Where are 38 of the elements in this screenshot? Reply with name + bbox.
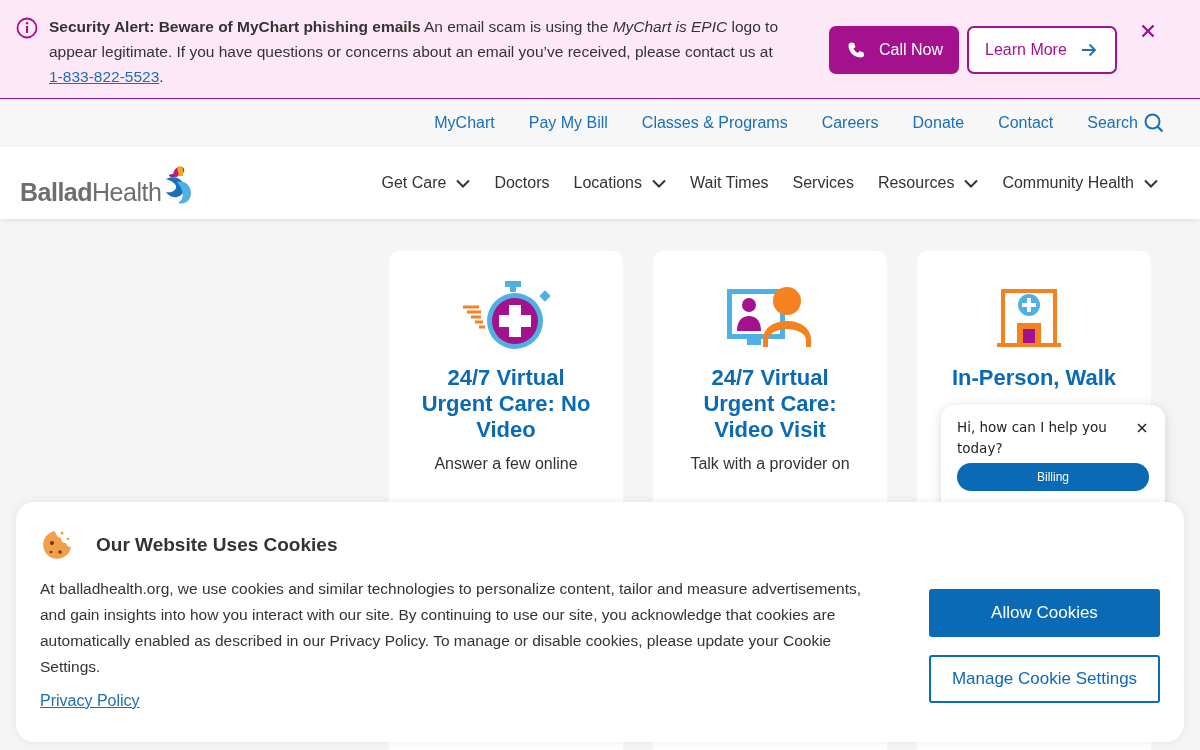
card-title: In-Person, Walk bbox=[950, 365, 1118, 391]
close-button[interactable] bbox=[1140, 24, 1155, 38]
chat-message: Hi, how can I help you today? bbox=[957, 418, 1108, 458]
cookie-icon bbox=[40, 528, 74, 562]
close-button[interactable] bbox=[1137, 423, 1147, 433]
nav-link[interactable]: Services bbox=[792, 174, 854, 192]
close-icon bbox=[1137, 423, 1147, 433]
billing-button[interactable]: Billing bbox=[957, 463, 1149, 491]
arrow-right-icon bbox=[1080, 43, 1097, 57]
card-text: Answer a few online bbox=[433, 455, 579, 473]
utility-link[interactable]: Pay My Bill bbox=[528, 114, 608, 132]
utility-link[interactable]: Contact bbox=[998, 114, 1054, 132]
learn-more-button[interactable]: Learn More bbox=[967, 26, 1117, 74]
card-title: 24/7 Virtual Urgent Care: Video Visit bbox=[702, 365, 838, 443]
utility-link[interactable]: Careers bbox=[821, 114, 879, 132]
nav-link[interactable]: Get Care bbox=[381, 174, 471, 192]
nav-link[interactable]: Locations bbox=[573, 174, 666, 192]
utility-link[interactable]: MyChart bbox=[434, 114, 495, 132]
logo[interactable]: BalladHealth bbox=[20, 164, 196, 208]
privacy-policy-link[interactable]: Privacy Policy bbox=[40, 692, 140, 710]
close-icon bbox=[1140, 24, 1155, 38]
manage-cookies-button[interactable]: Manage Cookie Settings bbox=[929, 655, 1160, 703]
nav-link[interactable]: Resources bbox=[877, 174, 979, 192]
nav-link[interactable]: Wait Times bbox=[690, 174, 769, 192]
cookie-title: Our Website Uses Cookies bbox=[96, 534, 338, 556]
utility-link[interactable]: Donate bbox=[912, 114, 965, 132]
search-link[interactable]: Search bbox=[1087, 113, 1164, 133]
allow-cookies-button[interactable]: Allow Cookies bbox=[929, 589, 1160, 637]
info-icon bbox=[16, 17, 38, 39]
card-text: Talk with a provider on bbox=[689, 455, 851, 473]
nav-link[interactable]: Doctors bbox=[494, 174, 550, 192]
nav-link[interactable]: Community Health bbox=[1002, 174, 1158, 192]
utility-link[interactable]: Classes & Programs bbox=[641, 114, 788, 132]
alert-message: Security Alert: Beware of MyChart phishing emails An email scam is using the MyChart is EPIC logo to appear legitimate. If you have questions or concerns about an email you’ve received, please contact us at 1-833-822-5523. bbox=[49, 17, 780, 87]
phone-icon bbox=[847, 41, 865, 59]
call-now-button[interactable]: Call Now bbox=[829, 26, 959, 74]
card-title: 24/7 Virtual Urgent Care: No Video bbox=[420, 365, 592, 443]
search-icon bbox=[1144, 113, 1164, 133]
